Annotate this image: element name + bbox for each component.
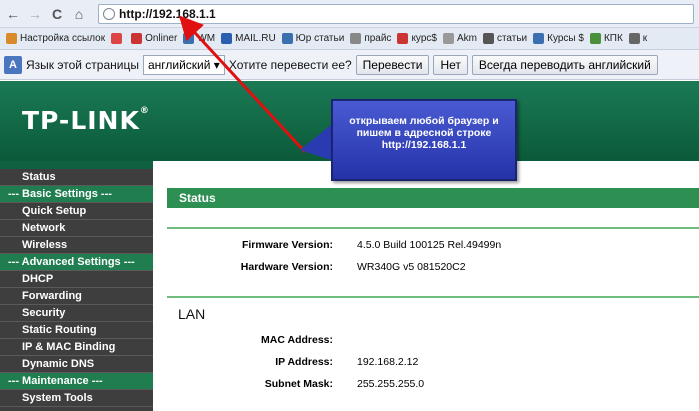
sidebar-section: --- Maintenance --- <box>0 373 153 390</box>
bookmark-label: MAIL.RU <box>235 33 276 44</box>
translate-button[interactable]: Перевести <box>355 54 430 75</box>
router-sidebar: Status --- Basic Settings --- Quick Setup N… <box>0 161 153 411</box>
translate-icon: A <box>4 55 22 74</box>
bookmark-icon <box>350 33 362 44</box>
bookmark-icon <box>281 33 293 44</box>
bookmark-item[interactable]: WM <box>183 33 215 44</box>
bookmark-label: курс$ <box>411 33 437 44</box>
bookmark-item[interactable]: КПК <box>589 33 623 44</box>
home-icon[interactable]: ⌂ <box>70 5 88 23</box>
bookmark-label: WM <box>197 33 216 44</box>
sidebar-item[interactable]: IP & MAC Binding <box>0 339 153 356</box>
bookmark-item[interactable]: MAIL.RU <box>221 33 276 44</box>
bookmark-label: к <box>642 33 648 44</box>
logo-text: TP-LINK <box>22 106 140 135</box>
status-panel: Status Firmware Version: 4.5.0 Build 100… <box>153 161 699 411</box>
sidebar-item[interactable]: Wireless <box>0 237 153 254</box>
bookmark-item[interactable]: статьи <box>482 33 528 44</box>
bookmark-icon <box>482 33 494 44</box>
bookmark-label: Настройка ссылок <box>20 33 106 44</box>
forward-icon[interactable]: → <box>26 5 44 23</box>
registered-mark: ® <box>139 106 150 116</box>
firmware-label: Firmware Version: <box>241 239 333 251</box>
tplink-logo: TP-LINK® <box>22 106 150 135</box>
bookmark-item[interactable]: курс$ <box>397 33 437 44</box>
bookmark-item[interactable]: Курсы $ <box>533 33 584 44</box>
translate-bar: A Язык этой страницы английский ▾ Хотите… <box>0 50 699 80</box>
bookmark-label: Akm <box>456 33 477 44</box>
sidebar-item[interactable]: DHCP <box>0 271 153 288</box>
callout-line-3: http://192.168.1.1 <box>381 139 467 151</box>
annotation-callout: открываем любой браузер и пишем в адресн… <box>331 99 517 181</box>
bookmark-item[interactable]: к <box>628 33 648 44</box>
bookmark-item[interactable]: Юр статьи <box>281 33 345 44</box>
bookmark-icon <box>131 33 143 44</box>
divider <box>167 296 699 298</box>
status-heading: Status <box>167 188 699 208</box>
firmware-value: 4.5.0 Build 100125 Rel.49499n <box>357 239 502 251</box>
bookmark-label: Юр статьи <box>295 33 345 44</box>
bookmark-item[interactable]: Настройка ссылок <box>6 33 105 44</box>
back-icon[interactable]: ← <box>4 5 22 23</box>
always-translate-button[interactable]: Всегда переводить английский <box>471 54 658 75</box>
mask-label: Subnet Mask: <box>264 378 333 390</box>
sidebar-item[interactable]: Status <box>0 169 153 186</box>
bookmark-label: КПК <box>603 33 623 44</box>
bookmark-label: Курсы $ <box>547 33 584 44</box>
lan-heading: LAN <box>178 306 206 322</box>
bookmark-item[interactable]: прайс <box>350 33 391 44</box>
bookmark-item[interactable]: Akm <box>442 33 477 44</box>
sidebar-section: --- Basic Settings --- <box>0 186 153 203</box>
globe-icon <box>103 8 115 20</box>
bookmark-item[interactable] <box>111 33 125 44</box>
language-select[interactable]: английский ▾ <box>142 54 225 75</box>
bookmarks-bar: Настройка ссылок Onliner WM MAIL.RU Юр стать… <box>0 28 699 50</box>
translate-prompt: Язык этой страницы <box>26 57 139 72</box>
bookmark-icon <box>6 33 17 44</box>
bookmark-icon <box>221 33 233 44</box>
url-text[interactable]: http://192.168.1.1 <box>119 7 216 21</box>
bookmark-item[interactable]: Onliner <box>131 33 177 44</box>
callout-line-1: открываем любой браузер и <box>349 115 499 127</box>
sidebar-item[interactable]: Network <box>0 220 153 237</box>
bookmark-label: прайс <box>364 33 392 44</box>
mac-label: MAC Address: <box>261 334 333 346</box>
bookmark-label: Onliner <box>145 33 178 44</box>
no-button[interactable]: Нет <box>433 54 468 75</box>
bookmark-icon <box>589 33 601 44</box>
bookmark-icon <box>397 33 409 44</box>
chevron-down-icon: ▾ <box>210 57 220 72</box>
sidebar-item[interactable]: Security <box>0 305 153 322</box>
browser-toolbar: ← → C ⌂ http://192.168.1.1 <box>0 0 699 28</box>
address-bar[interactable]: http://192.168.1.1 <box>98 4 694 24</box>
bookmark-icon <box>442 33 454 44</box>
sidebar-item[interactable]: Quick Setup <box>0 203 153 220</box>
sidebar-item[interactable]: Forwarding <box>0 288 153 305</box>
sidebar-item[interactable]: Dynamic DNS <box>0 356 153 373</box>
bookmark-icon <box>183 33 195 44</box>
bookmark-icon <box>533 33 545 44</box>
bookmark-icon <box>111 33 123 44</box>
sidebar-item[interactable]: Static Routing <box>0 322 153 339</box>
bookmark-icon <box>628 33 640 44</box>
sidebar-item[interactable]: System Tools <box>0 390 153 407</box>
ip-value: 192.168.2.12 <box>357 356 419 368</box>
reload-icon[interactable]: C <box>48 5 66 23</box>
sidebar-section: --- Advanced Settings --- <box>0 254 153 271</box>
hardware-value: WR340G v5 081520C2 <box>357 261 466 273</box>
ip-label: IP Address: <box>275 356 333 368</box>
language-value: английский <box>147 57 211 72</box>
mask-value: 255.255.255.0 <box>357 378 425 390</box>
translate-question: Хотите перевести ее? <box>228 57 352 72</box>
divider <box>167 227 699 229</box>
callout-line-2: пишем в адресной строке <box>356 127 492 139</box>
bookmark-label: статьи <box>496 33 528 44</box>
hardware-label: Hardware Version: <box>240 261 333 273</box>
